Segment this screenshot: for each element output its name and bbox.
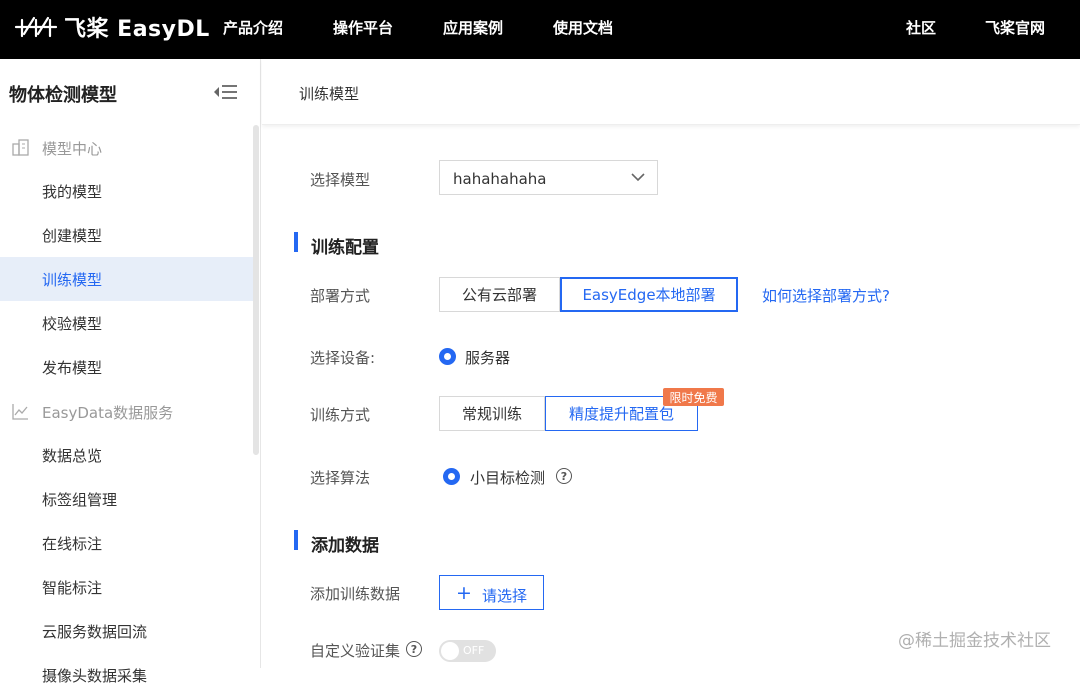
sidebar-item-label: 在线标注 [42,535,103,553]
deploy-option-public-cloud[interactable]: 公有云部署 [439,277,560,312]
logo-text: 飞桨 EasyDL [64,17,210,42]
sidebar-item-cloud-data-return[interactable]: 云服务数据回流 [0,609,253,653]
model-select[interactable]: hahahahaha [439,160,658,195]
sidebar-item-label: 我的模型 [42,183,103,201]
sidebar-item-smart-labeling[interactable]: 智能标注 [0,565,253,609]
help-icon[interactable]: ? [406,641,422,657]
toggle-state-label: OFF [463,644,485,657]
main-header: 训练模型 [262,59,1080,125]
custom-validation-toggle[interactable]: OFF [439,640,496,662]
sidebar-item-label: 数据总览 [42,447,103,465]
section-title-training-config: 训练配置 [311,238,379,258]
select-model-label: 选择模型 [310,171,371,189]
sidebar-item-label: 云服务数据回流 [42,623,148,641]
sidebar-item-camera-collect[interactable]: 摄像头数据采集 [0,653,253,697]
deploy-help-link[interactable]: 如何选择部署方式? [762,285,890,306]
page-title: 训练模型 [299,85,360,103]
add-data-label: 添加训练数据 [310,585,401,603]
sidebar-item-label: 校验模型 [42,315,103,333]
device-label: 选择设备: [310,349,376,367]
sidebar-item-create-model[interactable]: 创建模型 [0,213,253,257]
sidebar-group-easydata: EasyData数据服务 [0,391,253,431]
nav-docs[interactable]: 使用文档 [553,17,613,38]
section-bar [294,232,298,252]
sidebar-item-online-labeling[interactable]: 在线标注 [0,521,253,565]
model-select-value: hahahahaha [453,170,547,188]
sidebar: 物体检测模型 模型中心 我的模型 创建模型 训练模型 校验模型 发布模型 Eas… [0,59,261,685]
top-navigation-bar: 飞桨 EasyDL 产品介绍 操作平台 应用案例 使用文档 社区 飞桨官网 [0,0,1080,59]
deploy-label: 部署方式 [310,287,371,305]
nav-community[interactable]: 社区 [906,17,936,38]
nav-cases[interactable]: 应用案例 [443,17,503,38]
deploy-option-easyedge[interactable]: EasyEdge本地部署 [560,277,738,312]
sidebar-item-publish-model[interactable]: 发布模型 [0,345,253,389]
sidebar-item-label: 智能标注 [42,579,103,597]
easydl-logo[interactable]: 飞桨 EasyDL [14,12,210,42]
chevron-down-icon [631,173,645,182]
nav-paddle-site[interactable]: 飞桨官网 [985,17,1045,38]
nav-product-intro[interactable]: 产品介绍 [223,17,283,38]
device-radio-server[interactable] [439,348,456,365]
algorithm-option-label: 小目标检测 [470,469,546,487]
select-data-button-label: 请选择 [482,587,528,605]
nav-platform[interactable]: 操作平台 [333,17,393,38]
algorithm-radio-small-object[interactable] [443,468,460,485]
watermark: @稀土掘金技术社区 [898,631,1051,651]
sidebar-item-validate-model[interactable]: 校验模型 [0,301,253,345]
custom-validation-label: 自定义验证集 [310,642,401,660]
sidebar-scrollbar[interactable] [253,125,259,455]
chart-icon [12,404,28,420]
sidebar-group-label: 模型中心 [42,140,103,158]
sidebar-item-label: 标签组管理 [42,491,118,509]
sidebar-title: 物体检测模型 [9,85,117,106]
train-mode-label: 训练方式 [310,406,371,424]
device-option-label: 服务器 [465,349,511,367]
sidebar-item-label: 发布模型 [42,359,103,377]
sidebar-item-label-groups[interactable]: 标签组管理 [0,477,253,521]
toggle-knob [441,642,459,660]
algorithm-label: 选择算法 [310,469,371,487]
section-bar [294,530,298,550]
sidebar-item-label: 创建模型 [42,227,103,245]
select-data-button[interactable]: + 请选择 [439,575,544,610]
section-title-add-data: 添加数据 [311,536,379,556]
collapse-menu-icon[interactable] [211,81,239,103]
building-icon [12,139,29,156]
paddle-logo-icon [14,16,58,38]
sidebar-item-data-overview[interactable]: 数据总览 [0,433,253,477]
free-badge: 限时免费 [663,388,724,406]
plus-icon: + [456,582,472,604]
sidebar-item-train-model[interactable]: 训练模型 [0,257,253,301]
train-mode-regular[interactable]: 常规训练 [439,396,545,431]
sidebar-group-label: EasyData数据服务 [42,404,174,422]
sidebar-item-my-models[interactable]: 我的模型 [0,169,253,213]
sidebar-group-model-center: 模型中心 [0,127,253,167]
sidebar-item-label: 摄像头数据采集 [42,667,148,685]
help-icon[interactable]: ? [556,468,572,484]
sidebar-item-label: 训练模型 [42,271,103,289]
